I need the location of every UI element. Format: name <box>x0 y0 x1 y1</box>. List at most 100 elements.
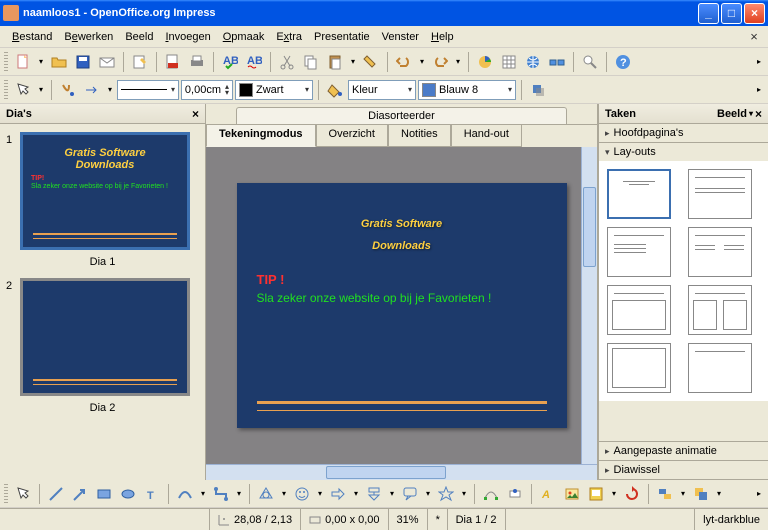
fill-mode-select[interactable]: Kleur▾ <box>348 80 416 100</box>
spellcheck-button[interactable]: ABC <box>219 51 241 73</box>
menu-extra[interactable]: Extra <box>270 29 308 45</box>
flowchart-tool[interactable] <box>363 483 385 505</box>
toolbar-grip[interactable] <box>4 80 8 100</box>
fill-bucket-icon[interactable] <box>324 79 346 101</box>
text-tool[interactable]: T <box>141 483 163 505</box>
toolbar-grip[interactable] <box>4 484 8 504</box>
format-paintbrush-button[interactable] <box>360 51 382 73</box>
tab-handout[interactable]: Hand-out <box>451 125 522 147</box>
current-slide[interactable]: Gratis SoftwareDownloads TIP ! Sla zeker… <box>237 183 567 428</box>
tasks-view-label[interactable]: Beeld <box>717 108 747 120</box>
layout-item[interactable] <box>688 343 752 393</box>
line-color-select[interactable]: Zwart▾ <box>235 80 313 100</box>
menu-presentatie[interactable]: Presentatie <box>308 29 376 45</box>
menu-help[interactable]: Help <box>425 29 460 45</box>
select-tool[interactable] <box>12 483 34 505</box>
chart-button[interactable] <box>474 51 496 73</box>
tab-overzicht[interactable]: Overzicht <box>316 125 388 147</box>
line-tool[interactable] <box>45 483 67 505</box>
curve-tool[interactable] <box>174 483 196 505</box>
toolbar-grip[interactable] <box>4 52 8 72</box>
layout-item[interactable] <box>688 227 752 277</box>
slide-thumb-2[interactable]: 2 <box>6 278 199 396</box>
slide-editor[interactable]: Gratis SoftwareDownloads TIP ! Sla zeker… <box>206 147 597 464</box>
save-button[interactable] <box>72 51 94 73</box>
help-button[interactable]: ? <box>612 51 634 73</box>
document-close-button[interactable]: × <box>746 29 762 45</box>
copy-button[interactable] <box>300 51 322 73</box>
line-style-icon[interactable] <box>57 79 79 101</box>
toolbar-overflow[interactable]: ▸ <box>754 483 764 505</box>
fill-color-select[interactable]: Blauw 8▾ <box>418 80 516 100</box>
email-button[interactable] <box>96 51 118 73</box>
new-button[interactable] <box>12 51 34 73</box>
redo-dropdown[interactable]: ▾ <box>453 51 463 73</box>
from-file-tool[interactable] <box>561 483 583 505</box>
paste-button[interactable] <box>324 51 346 73</box>
line-width-select[interactable]: 0,00cm▴▾ <box>181 80 233 100</box>
arrow-style-button[interactable] <box>81 79 103 101</box>
hyperlink-button[interactable] <box>522 51 544 73</box>
cut-button[interactable] <box>276 51 298 73</box>
layout-item[interactable] <box>607 285 671 335</box>
tab-tekeningmodus[interactable]: Tekeningmodus <box>206 125 316 147</box>
undo-button[interactable] <box>393 51 415 73</box>
section-animatie[interactable]: ▸Aangepaste animatie <box>599 442 768 460</box>
autospell-button[interactable]: ABC <box>243 51 265 73</box>
maximize-button[interactable]: □ <box>721 3 742 24</box>
tab-diasorteerder[interactable]: Diasorteerder <box>236 107 567 124</box>
section-diawissel[interactable]: ▸Diawissel <box>599 461 768 479</box>
stars-tool[interactable] <box>435 483 457 505</box>
arrow-line-tool[interactable] <box>69 483 91 505</box>
block-arrows-tool[interactable] <box>327 483 349 505</box>
vertical-scrollbar[interactable] <box>581 147 597 464</box>
rectangle-tool[interactable] <box>93 483 115 505</box>
connector-tool[interactable] <box>210 483 232 505</box>
spreadsheet-button[interactable] <box>498 51 520 73</box>
menu-bewerken[interactable]: Bewerken <box>58 29 119 45</box>
pdf-button[interactable] <box>162 51 184 73</box>
layout-item[interactable] <box>607 227 671 277</box>
toolbar-overflow[interactable]: ▸ <box>754 51 764 73</box>
layout-item[interactable] <box>607 343 671 393</box>
arrow-tool[interactable] <box>12 79 34 101</box>
ellipse-tool[interactable] <box>117 483 139 505</box>
open-button[interactable] <box>48 51 70 73</box>
slide-thumb-1[interactable]: 1 Gratis SoftwareDownloads TIP! Sla zeke… <box>6 132 199 250</box>
menu-venster[interactable]: Venster <box>376 29 425 45</box>
callout-tool[interactable] <box>399 483 421 505</box>
line-style-select[interactable]: ▾ <box>117 80 179 100</box>
menu-bestand[interactable]: Bestand <box>6 29 58 45</box>
paste-dropdown[interactable]: ▾ <box>348 51 358 73</box>
section-layouts[interactable]: ▾Lay-outs <box>599 143 768 161</box>
slide-panel-close[interactable]: × <box>192 107 199 121</box>
menu-beeld[interactable]: Beeld <box>119 29 159 45</box>
toolbar-overflow[interactable]: ▸ <box>754 79 764 101</box>
zoom-button[interactable] <box>579 51 601 73</box>
undo-dropdown[interactable]: ▾ <box>417 51 427 73</box>
horizontal-scrollbar[interactable] <box>206 464 597 480</box>
tasks-close[interactable]: × <box>755 107 762 121</box>
menu-opmaak[interactable]: Opmaak <box>217 29 271 45</box>
basic-shapes-tool[interactable] <box>255 483 277 505</box>
align-tool[interactable] <box>654 483 676 505</box>
edit-button[interactable] <box>129 51 151 73</box>
minimize-button[interactable]: _ <box>698 3 719 24</box>
glue-points-tool[interactable] <box>504 483 526 505</box>
print-button[interactable] <box>186 51 208 73</box>
rotate-tool[interactable] <box>621 483 643 505</box>
points-tool[interactable] <box>480 483 502 505</box>
symbol-shapes-tool[interactable] <box>291 483 313 505</box>
navigator-button[interactable] <box>546 51 568 73</box>
new-dropdown[interactable]: ▾ <box>36 51 46 73</box>
redo-button[interactable] <box>429 51 451 73</box>
layout-item[interactable] <box>688 169 752 219</box>
status-zoom[interactable]: 31% <box>389 509 428 530</box>
section-hoofdpaginas[interactable]: ▸Hoofdpagina's <box>599 124 768 142</box>
layout-item[interactable] <box>607 169 671 219</box>
fontwork-tool[interactable]: A <box>537 483 559 505</box>
menu-invoegen[interactable]: Invoegen <box>159 29 216 45</box>
shadow-button[interactable] <box>527 79 549 101</box>
layout-item[interactable] <box>688 285 752 335</box>
tab-notities[interactable]: Notities <box>388 125 451 147</box>
